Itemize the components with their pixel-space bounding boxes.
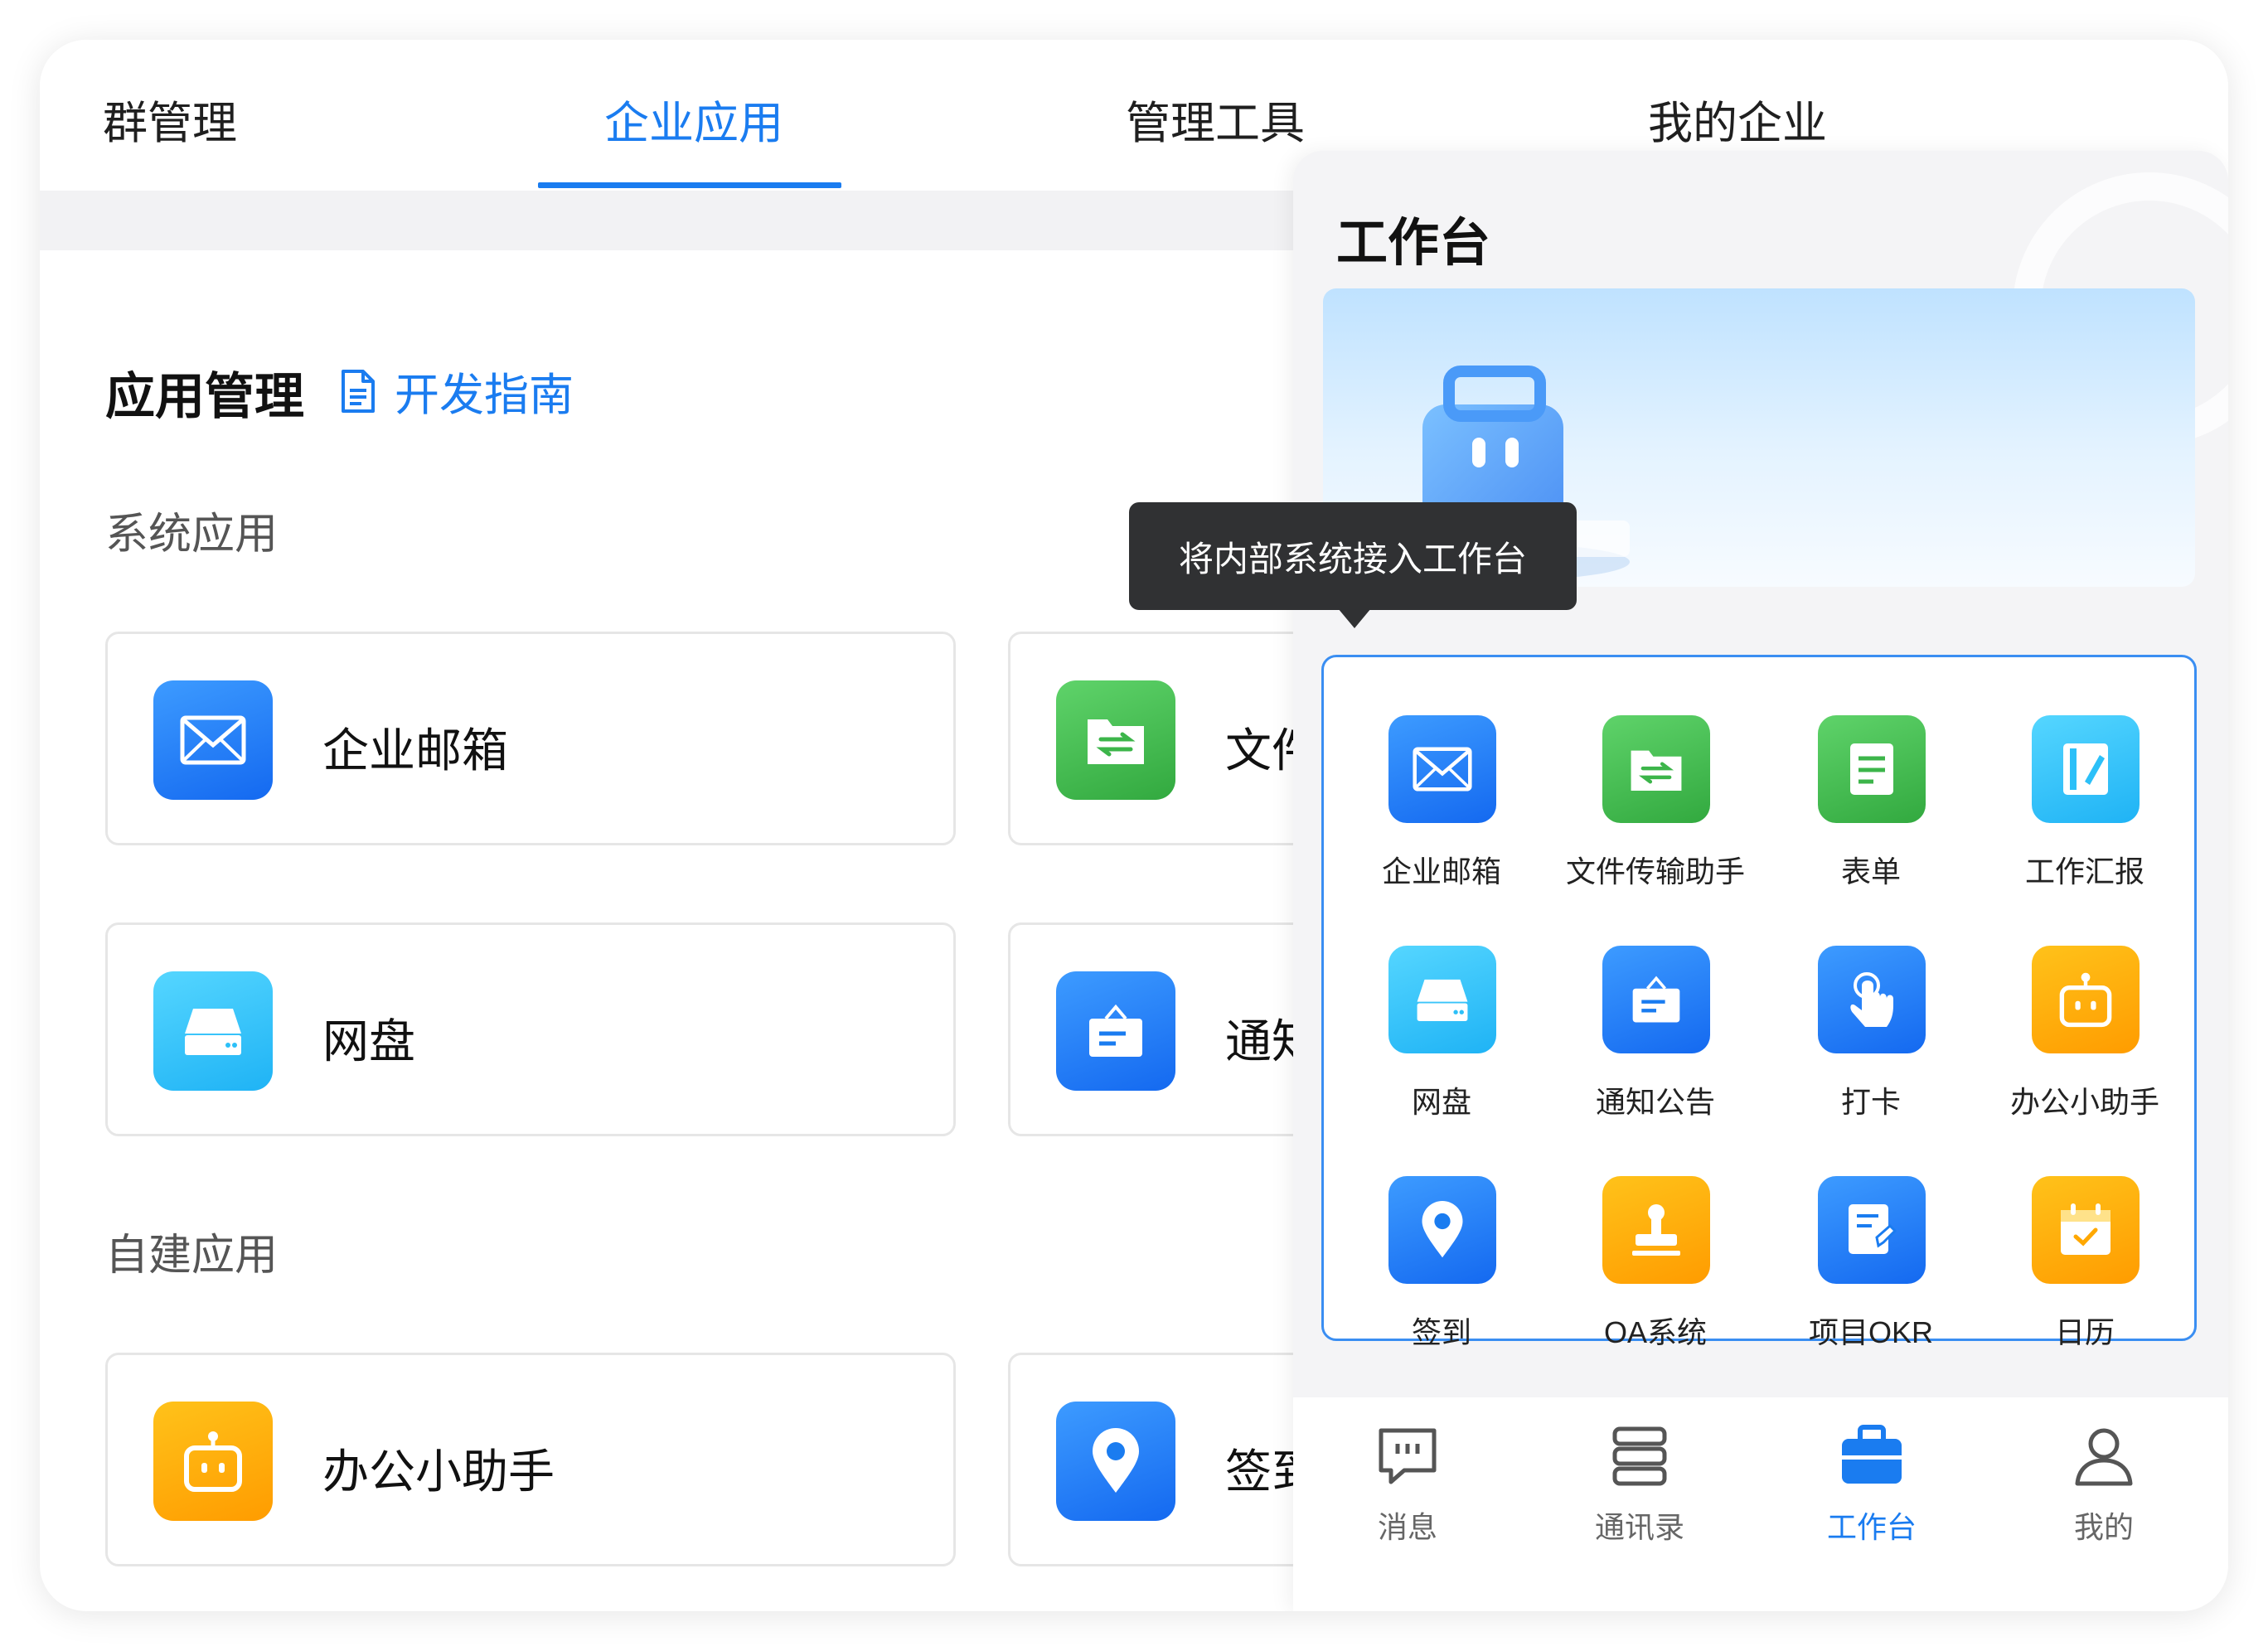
calendar-icon [2032,1176,2140,1284]
notice-icon [1056,971,1175,1091]
tooltip-arrow [1338,608,1371,628]
grid-app-okr[interactable]: 项目OKR [1763,1176,1979,1375]
workbench-phone-preview: 工作台 企业邮箱 文件传输助手 表单 工作汇报 网盘 通知公告 打卡 办公小助手… [1293,151,2228,1611]
notice-icon [1602,946,1710,1053]
grid-app-label: 办公小助手 [2009,1085,2159,1119]
grid-app-checkin[interactable]: 签到 [1334,1176,1549,1375]
workbench-title: 工作台 [1336,215,1491,272]
document-icon [342,369,375,413]
file-transfer-icon [1056,680,1175,800]
robot-icon [153,1402,273,1521]
app-grid-panel: 企业邮箱 文件传输助手 表单 工作汇报 网盘 通知公告 打卡 办公小助手 签到 … [1321,655,2197,1349]
drive-icon [153,971,273,1091]
tab-management-tools[interactable]: 管理工具 [1126,86,1305,152]
app-card-name: 企业邮箱 [322,724,508,777]
dev-guide-link[interactable]: 开发指南 [340,358,574,424]
mail-icon [1388,715,1496,823]
grid-app-label: OA系统 [1603,1315,1707,1349]
active-tab-indicator [538,182,841,188]
grid-app-mail[interactable]: 企业邮箱 [1334,715,1549,914]
grid-app-notice[interactable]: 通知公告 [1548,946,1763,1145]
admin-console: 群管理 企业应用 管理工具 我的企业 应用管理 开发指南 系统应用 企业邮箱 文… [40,40,2228,1611]
nav-label: 通讯录 [1594,1510,1684,1544]
grid-app-form[interactable]: 表单 [1763,715,1979,914]
briefcase-icon [1842,1425,1902,1484]
app-card-name: 办公小助手 [322,1445,555,1498]
form-icon [1818,715,1926,823]
nav-item-workbench[interactable]: 工作台 [1805,1422,1938,1547]
grid-app-clock-in[interactable]: 打卡 [1763,946,1979,1145]
message-icon [1379,1428,1437,1484]
grid-app-label: 文件传输助手 [1565,855,1745,888]
okr-icon [1818,1176,1926,1284]
grid-app-label: 签到 [1411,1315,1471,1349]
location-pin-icon [1056,1402,1175,1521]
tap-icon [1818,946,1926,1053]
grid-app-label: 通知公告 [1595,1085,1715,1119]
app-card-mail[interactable]: 企业邮箱 [105,632,956,845]
nav-label: 我的 [2073,1510,2134,1544]
grid-app-label: 企业邮箱 [1381,855,1501,888]
tooltip: 将内部系统接入工作台 [1129,502,1577,610]
mail-icon [153,680,273,800]
tab-group-management[interactable]: 群管理 [103,86,237,152]
dev-guide-label: 开发指南 [395,370,574,420]
grid-app-report[interactable]: 工作汇报 [1977,715,2193,914]
file-transfer-icon [1602,715,1710,823]
contacts-icon [1612,1426,1667,1486]
drive-icon [1388,946,1496,1053]
app-card-drive[interactable]: 网盘 [105,922,956,1136]
grid-app-calendar[interactable]: 日历 [1977,1176,2193,1375]
user-icon [2075,1428,2133,1486]
grid-app-label: 项目OKR [1808,1315,1933,1349]
page-title: 应用管理 [105,369,304,424]
system-apps-heading: 系统应用 [105,511,279,559]
nav-item-me[interactable]: 我的 [2038,1422,2170,1547]
grid-app-drive[interactable]: 网盘 [1334,946,1549,1145]
grid-app-label: 打卡 [1840,1085,1901,1119]
nav-item-messages[interactable]: 消息 [1341,1422,1474,1547]
grid-app-label: 工作汇报 [2024,855,2144,888]
nav-item-contacts[interactable]: 通讯录 [1573,1422,1706,1547]
app-card-assistant[interactable]: 办公小助手 [105,1353,956,1566]
robot-icon [2032,946,2140,1053]
custom-apps-heading: 自建应用 [105,1232,279,1280]
grid-app-file-transfer[interactable]: 文件传输助手 [1548,715,1763,914]
grid-app-label: 表单 [1840,855,1901,888]
grid-app-oa[interactable]: OA系统 [1548,1176,1763,1375]
report-icon [2032,715,2140,823]
location-pin-icon [1388,1176,1496,1284]
app-card-name: 网盘 [322,1015,415,1068]
tab-my-enterprise[interactable]: 我的企业 [1648,86,1827,152]
stamp-icon [1602,1176,1710,1284]
grid-app-assistant[interactable]: 办公小助手 [1977,946,2193,1145]
nav-label: 工作台 [1826,1510,1917,1544]
tab-enterprise-apps[interactable]: 企业应用 [604,86,783,152]
grid-app-label: 网盘 [1411,1085,1471,1119]
grid-app-label: 日历 [2054,1315,2115,1349]
nav-label: 消息 [1377,1510,1437,1544]
bottom-nav: 消息 通讯录 工作台 我的 [1293,1397,2228,1611]
